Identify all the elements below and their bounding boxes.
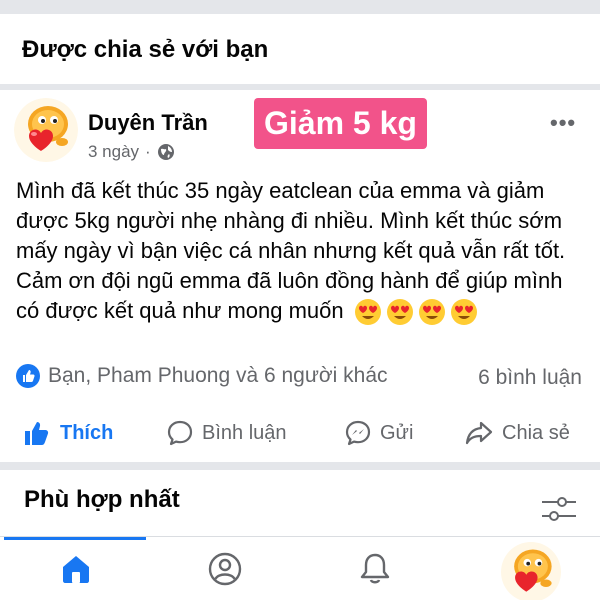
like-badge-icon	[16, 364, 40, 388]
like-label: Thích	[60, 421, 114, 444]
heart-eyes-emoji-icon	[354, 299, 381, 326]
post-body: Mình đã kết thúc 35 ngày eatclean của em…	[16, 176, 591, 326]
comment-button[interactable]: Bình luận	[166, 408, 287, 458]
author-name[interactable]: Duyên Trần	[88, 110, 208, 136]
comment-count[interactable]: 6 bình luận	[478, 366, 582, 390]
send-label: Gửi	[380, 421, 414, 444]
profile-icon	[208, 552, 242, 586]
post-actions: Thích Bình luận Gửi Chia sẻ	[0, 408, 600, 458]
tab-profile[interactable]	[205, 549, 245, 589]
share-label: Chia sẻ	[502, 421, 570, 444]
bottom-tab-bar	[0, 536, 600, 600]
post-time[interactable]: 3 ngày	[88, 142, 139, 162]
post-text: Mình đã kết thúc 35 ngày eatclean của em…	[16, 178, 566, 323]
heart-eyes-emoji-icon	[418, 299, 445, 326]
post-meta: 3 ngày ·	[88, 142, 175, 162]
reactions-summary[interactable]: Bạn, Pham Phuong và 6 người khác	[16, 364, 388, 388]
share-button[interactable]: Chia sẻ	[464, 408, 570, 458]
section-title: Được chia sẻ với bạn	[22, 36, 269, 63]
heart-eyes-emoji-icon	[450, 299, 477, 326]
author-avatar[interactable]	[14, 98, 78, 162]
share-arrow-icon	[465, 421, 493, 445]
heart-eyes-emoji-icon	[386, 299, 413, 326]
globe-icon	[157, 144, 174, 160]
emoji-row	[354, 298, 478, 326]
active-tab-indicator	[4, 537, 146, 540]
filter-icon[interactable]	[540, 496, 578, 524]
reactions-text: Bạn, Pham Phuong và 6 người khác	[48, 364, 388, 387]
thumbs-up-icon	[25, 422, 49, 445]
top-divider	[0, 0, 600, 14]
tab-notifications[interactable]	[355, 549, 395, 589]
tab-home[interactable]	[56, 549, 96, 589]
comments-sort-header: Phù hợp nhất	[0, 470, 600, 536]
tab-me[interactable]	[500, 541, 562, 600]
meta-separator: ·	[145, 142, 151, 161]
like-button[interactable]: Thích	[22, 408, 113, 458]
comment-label: Bình luận	[202, 421, 287, 444]
send-button[interactable]: Gửi	[344, 408, 413, 458]
me-avatar	[501, 542, 561, 600]
more-options-button[interactable]: •••	[550, 110, 576, 136]
section-divider-2	[0, 462, 600, 470]
home-icon	[63, 556, 89, 583]
post-card: Duyên Trần 3 ngày · Giảm 5 kg ••• Mình đ…	[0, 90, 600, 462]
highlight-tag: Giảm 5 kg	[254, 98, 427, 149]
sort-title[interactable]: Phù hợp nhất	[24, 486, 180, 514]
bell-icon	[360, 553, 390, 584]
comment-bubble-icon	[167, 420, 193, 446]
messenger-icon	[345, 420, 371, 446]
